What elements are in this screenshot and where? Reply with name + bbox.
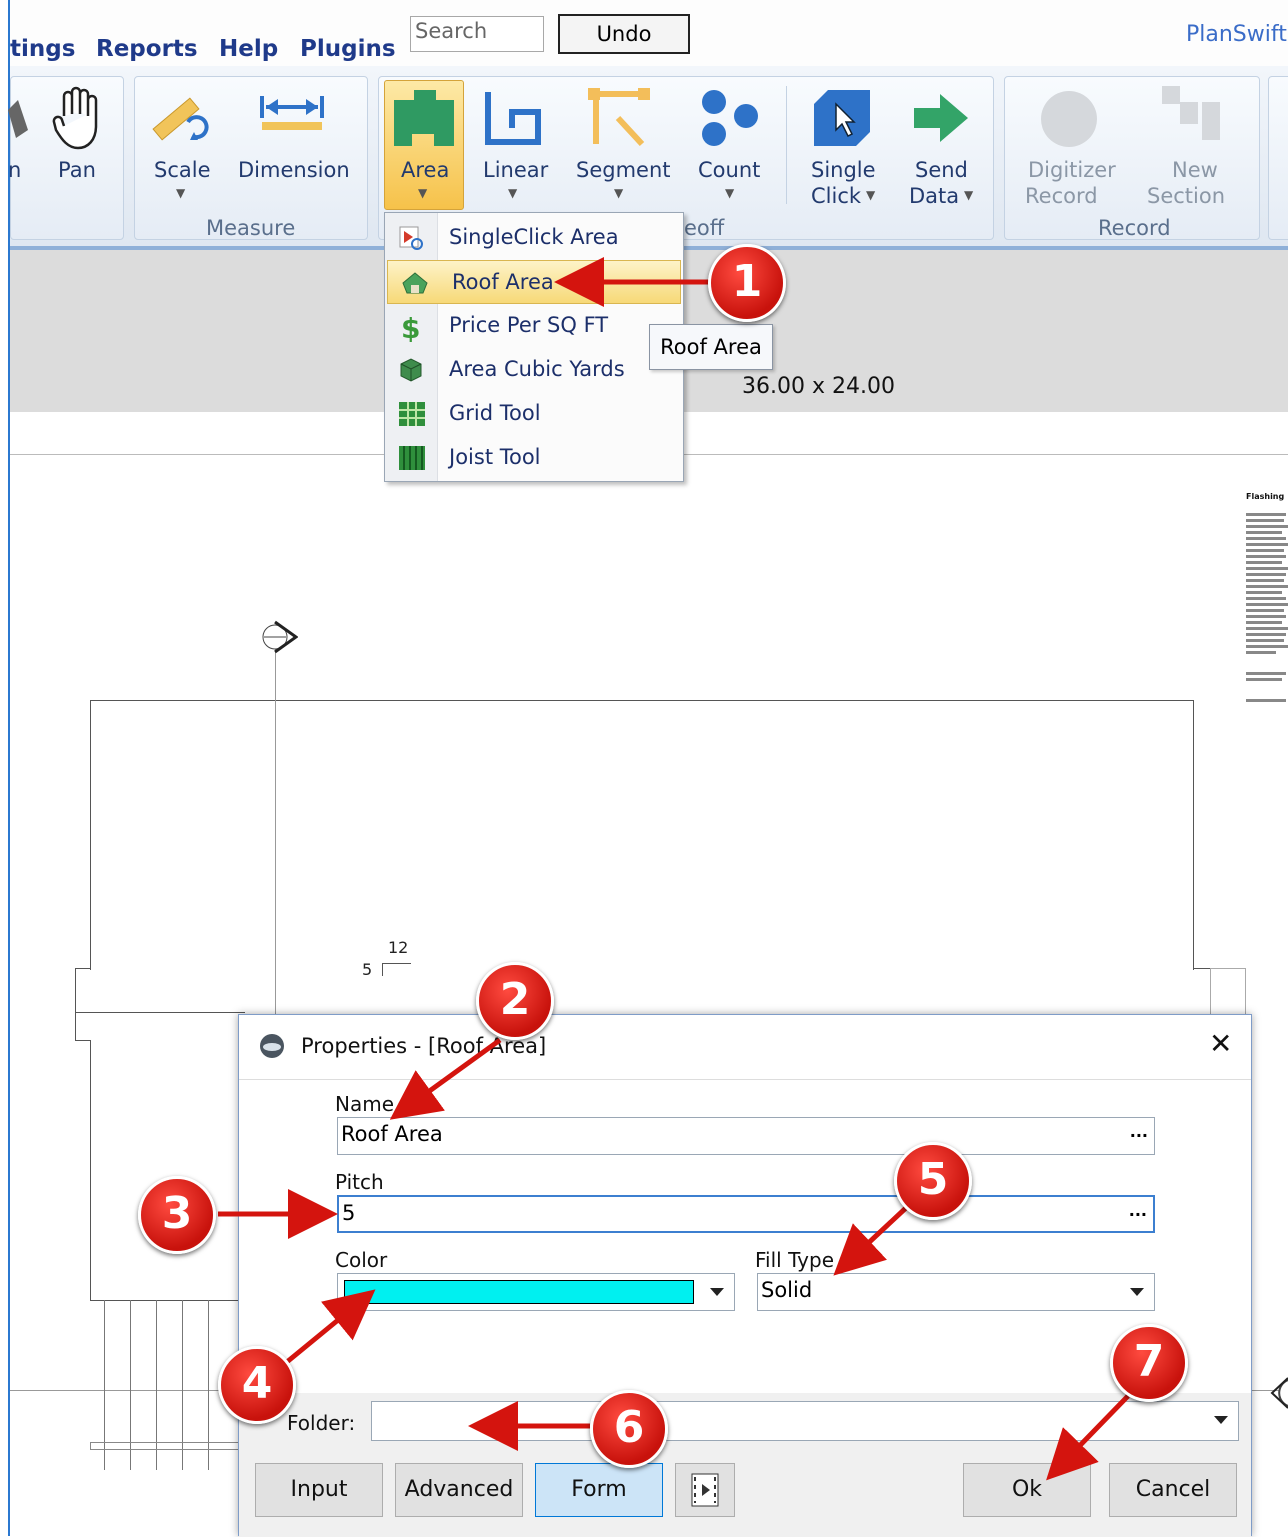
callout-badge-5: 5 — [894, 1142, 972, 1220]
annotation-arrows — [218, 257, 1130, 1481]
callout-badge-6: 6 — [590, 1390, 668, 1468]
callout-arrow — [389, 1037, 502, 1120]
callout-badge-3: 3 — [138, 1176, 216, 1254]
callout-badge-2: 2 — [476, 962, 554, 1040]
callout-arrow — [280, 1289, 376, 1368]
callout-badge-4: 4 — [218, 1346, 296, 1424]
callout-badge-1: 1 — [708, 244, 786, 322]
callout-badge-7: 7 — [1110, 1324, 1188, 1402]
callout-arrow — [1046, 1394, 1130, 1481]
callout-arrow — [833, 1204, 910, 1276]
